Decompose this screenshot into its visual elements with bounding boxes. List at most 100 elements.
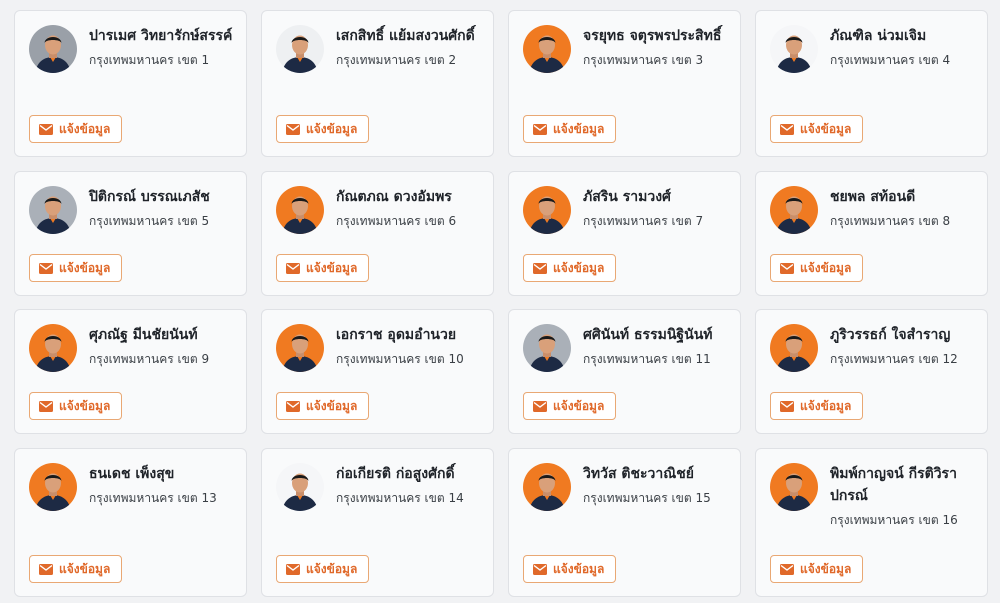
candidate-card: ธนเดช เพ็งสุข กรุงเทพมหานคร เขต 13 แจ้งข… bbox=[14, 448, 247, 597]
report-info-button[interactable]: แจ้งข้อมูล bbox=[770, 115, 864, 143]
report-info-label: แจ้งข้อมูล bbox=[800, 121, 852, 136]
candidate-info: ภัณฑิล น่วมเจิม กรุงเทพมหานคร เขต 4 bbox=[830, 25, 982, 71]
candidate-info: ภูริวรรธก์ ใจสำราญ กรุงเทพมหานคร เขต 12 bbox=[830, 324, 982, 370]
report-info-label: แจ้งข้อมูล bbox=[553, 260, 605, 275]
candidate-district: กรุงเทพมหานคร เขต 4 bbox=[830, 53, 951, 67]
candidate-district: กรุงเทพมหานคร เขต 7 bbox=[583, 214, 704, 228]
candidate-avatar bbox=[276, 25, 324, 73]
candidate-card: เอกราช อุดมอำนวย กรุงเทพมหานคร เขต 10 แจ… bbox=[261, 309, 494, 434]
mail-icon bbox=[286, 262, 300, 274]
report-info-label: แจ้งข้อมูล bbox=[306, 260, 358, 275]
report-info-button[interactable]: แจ้งข้อมูล bbox=[276, 115, 370, 143]
report-info-label: แจ้งข้อมูล bbox=[800, 260, 852, 275]
mail-icon bbox=[780, 123, 794, 135]
mail-icon bbox=[39, 123, 53, 135]
report-info-label: แจ้งข้อมูล bbox=[59, 398, 111, 413]
candidate-card: วิทวัส ติชะวาณิชย์ กรุงเทพมหานคร เขต 15 … bbox=[508, 448, 741, 597]
candidate-avatar bbox=[29, 25, 77, 73]
report-info-button[interactable]: แจ้งข้อมูล bbox=[523, 555, 617, 583]
candidate-card: ก่อเกียรติ ก่อสูงศักดิ์ กรุงเทพมหานคร เข… bbox=[261, 448, 494, 597]
report-info-label: แจ้งข้อมูล bbox=[800, 398, 852, 413]
candidate-district: กรุงเทพมหานคร เขต 14 bbox=[336, 491, 464, 505]
candidate-info: เสกสิทธิ์ แย้มสงวนศักดิ์ กรุงเทพมหานคร เ… bbox=[336, 25, 488, 71]
candidate-name: พิมพ์กาญจน์ กีรติวิราปกรณ์ bbox=[830, 466, 957, 504]
candidate-district: กรุงเทพมหานคร เขต 2 bbox=[336, 53, 457, 67]
candidate-info: จรยุทธ จตุรพรประสิทธิ์ กรุงเทพมหานคร เขต… bbox=[583, 25, 735, 71]
candidate-avatar bbox=[29, 463, 77, 511]
candidate-card: ภูริวรรธก์ ใจสำราญ กรุงเทพมหานคร เขต 12 … bbox=[755, 309, 988, 434]
mail-icon bbox=[286, 123, 300, 135]
mail-icon bbox=[39, 563, 53, 575]
candidate-avatar bbox=[29, 324, 77, 372]
candidate-avatar bbox=[276, 324, 324, 372]
candidate-district: กรุงเทพมหานคร เขต 9 bbox=[89, 352, 210, 366]
mail-icon bbox=[286, 400, 300, 412]
candidate-name: วิทวัส ติชะวาณิชย์ bbox=[583, 466, 694, 482]
candidate-card: ศุภณัฐ มีนชัยนันท์ กรุงเทพมหานคร เขต 9 แ… bbox=[14, 309, 247, 434]
report-info-label: แจ้งข้อมูล bbox=[59, 121, 111, 136]
candidate-district: กรุงเทพมหานคร เขต 12 bbox=[830, 352, 958, 366]
candidate-avatar bbox=[770, 186, 818, 234]
mail-icon bbox=[533, 563, 547, 575]
report-info-button[interactable]: แจ้งข้อมูล bbox=[770, 392, 864, 420]
candidate-card: ปารเมศ วิทยารักษ์สรรค์ กรุงเทพมหานคร เขต… bbox=[14, 10, 247, 157]
mail-icon bbox=[780, 262, 794, 274]
report-info-button[interactable]: แจ้งข้อมูล bbox=[276, 392, 370, 420]
candidate-avatar bbox=[523, 25, 571, 73]
candidate-avatar bbox=[770, 25, 818, 73]
candidate-info: ปิติกรณ์ บรรณเภสัช กรุงเทพมหานคร เขต 5 bbox=[89, 186, 241, 232]
candidate-district: กรุงเทพมหานคร เขต 1 bbox=[89, 53, 210, 67]
report-info-button[interactable]: แจ้งข้อมูล bbox=[523, 392, 617, 420]
report-info-button[interactable]: แจ้งข้อมูล bbox=[523, 254, 617, 282]
report-info-label: แจ้งข้อมูล bbox=[306, 121, 358, 136]
report-info-label: แจ้งข้อมูล bbox=[306, 561, 358, 576]
report-info-button[interactable]: แจ้งข้อมูล bbox=[276, 254, 370, 282]
candidate-card: จรยุทธ จตุรพรประสิทธิ์ กรุงเทพมหานคร เขต… bbox=[508, 10, 741, 157]
candidate-name: ภัณฑิล น่วมเจิม bbox=[830, 28, 927, 44]
report-info-button[interactable]: แจ้งข้อมูล bbox=[523, 115, 617, 143]
candidate-district: กรุงเทพมหานคร เขต 8 bbox=[830, 214, 951, 228]
report-info-label: แจ้งข้อมูล bbox=[553, 121, 605, 136]
candidate-name: ปารเมศ วิทยารักษ์สรรค์ bbox=[89, 28, 233, 44]
mail-icon bbox=[533, 400, 547, 412]
candidate-district: กรุงเทพมหานคร เขต 10 bbox=[336, 352, 464, 366]
candidate-name: ชยพล สท้อนดี bbox=[830, 189, 916, 205]
candidate-info: ศุภณัฐ มีนชัยนันท์ กรุงเทพมหานคร เขต 9 bbox=[89, 324, 241, 370]
report-info-button[interactable]: แจ้งข้อมูล bbox=[29, 555, 123, 583]
candidate-card: ปิติกรณ์ บรรณเภสัช กรุงเทพมหานคร เขต 5 แ… bbox=[14, 171, 247, 296]
report-info-button[interactable]: แจ้งข้อมูล bbox=[29, 115, 123, 143]
candidate-avatar bbox=[523, 324, 571, 372]
candidate-district: กรุงเทพมหานคร เขต 16 bbox=[830, 513, 958, 527]
candidate-card: พิมพ์กาญจน์ กีรติวิราปกรณ์ กรุงเทพมหานคร… bbox=[755, 448, 988, 597]
mail-icon bbox=[533, 262, 547, 274]
mail-icon bbox=[286, 563, 300, 575]
candidate-info: วิทวัส ติชะวาณิชย์ กรุงเทพมหานคร เขต 15 bbox=[583, 463, 735, 509]
candidate-info: พิมพ์กาญจน์ กีรติวิราปกรณ์ กรุงเทพมหานคร… bbox=[830, 463, 982, 531]
candidate-card: ภัณฑิล น่วมเจิม กรุงเทพมหานคร เขต 4 แจ้ง… bbox=[755, 10, 988, 157]
candidate-avatar bbox=[276, 186, 324, 234]
mail-icon bbox=[39, 262, 53, 274]
candidate-name: กัณตภณ ดวงอัมพร bbox=[336, 189, 452, 205]
candidate-card: เสกสิทธิ์ แย้มสงวนศักดิ์ กรุงเทพมหานคร เ… bbox=[261, 10, 494, 157]
candidate-district: กรุงเทพมหานคร เขต 15 bbox=[583, 491, 711, 505]
candidate-avatar bbox=[770, 463, 818, 511]
report-info-button[interactable]: แจ้งข้อมูล bbox=[276, 555, 370, 583]
candidate-name: เอกราช อุดมอำนวย bbox=[336, 327, 457, 343]
candidate-avatar bbox=[770, 324, 818, 372]
mail-icon bbox=[39, 400, 53, 412]
report-info-button[interactable]: แจ้งข้อมูล bbox=[770, 555, 864, 583]
candidate-avatar bbox=[276, 463, 324, 511]
candidate-info: ชยพล สท้อนดี กรุงเทพมหานคร เขต 8 bbox=[830, 186, 982, 232]
candidate-name: เสกสิทธิ์ แย้มสงวนศักดิ์ bbox=[336, 28, 475, 44]
report-info-label: แจ้งข้อมูล bbox=[553, 398, 605, 413]
report-info-button[interactable]: แจ้งข้อมูล bbox=[770, 254, 864, 282]
mail-icon bbox=[780, 400, 794, 412]
report-info-button[interactable]: แจ้งข้อมูล bbox=[29, 392, 123, 420]
candidate-name: ก่อเกียรติ ก่อสูงศักดิ์ bbox=[336, 466, 455, 482]
report-info-button[interactable]: แจ้งข้อมูล bbox=[29, 254, 123, 282]
candidate-info: ภัสริน รามวงศ์ กรุงเทพมหานคร เขต 7 bbox=[583, 186, 735, 232]
candidate-name: จรยุทธ จตุรพรประสิทธิ์ bbox=[583, 28, 722, 44]
candidate-card: ชยพล สท้อนดี กรุงเทพมหานคร เขต 8 แจ้งข้อ… bbox=[755, 171, 988, 296]
candidate-district: กรุงเทพมหานคร เขต 6 bbox=[336, 214, 457, 228]
candidate-avatar bbox=[29, 186, 77, 234]
